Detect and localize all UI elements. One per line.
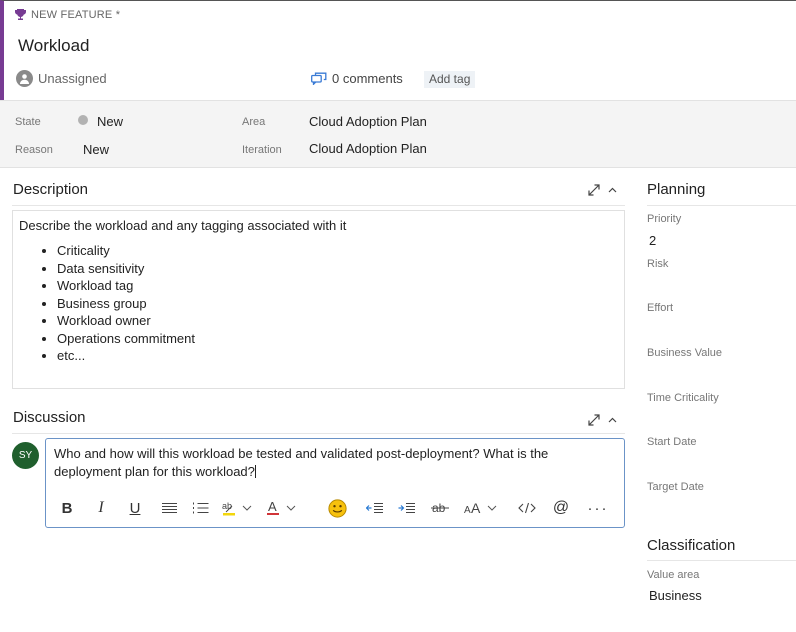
planning-title: Planning bbox=[647, 181, 706, 198]
text-caret bbox=[254, 465, 256, 478]
svg-text:A: A bbox=[268, 500, 277, 514]
state-label: State bbox=[15, 116, 41, 128]
collapse-icon[interactable] bbox=[608, 187, 617, 193]
add-tag-button[interactable]: Add tag bbox=[424, 71, 476, 88]
reason-label: Reason bbox=[15, 144, 53, 156]
maximize-icon[interactable] bbox=[588, 414, 600, 426]
list-item: Data sensitivity bbox=[57, 260, 618, 278]
work-item-title[interactable]: Workload bbox=[18, 36, 90, 56]
unassigned-avatar-icon bbox=[16, 70, 33, 87]
state-value[interactable]: New bbox=[97, 114, 123, 129]
classification-divider bbox=[647, 560, 796, 561]
align-icon[interactable] bbox=[160, 497, 178, 519]
list-item: Business group bbox=[57, 295, 618, 313]
list-item: Workload tag bbox=[57, 277, 618, 295]
comment-editor[interactable]: Who and how will this workload be tested… bbox=[45, 438, 625, 528]
underline-icon[interactable]: U bbox=[126, 497, 144, 519]
indent-icon[interactable] bbox=[396, 497, 416, 519]
description-list: Criticality Data sensitivity Workload ta… bbox=[57, 242, 618, 365]
state-indicator-icon bbox=[78, 115, 88, 125]
risk-label: Risk bbox=[647, 258, 669, 270]
collapse-icon[interactable] bbox=[608, 417, 617, 423]
comment-text: Who and how will this workload be tested… bbox=[54, 446, 549, 479]
time-criticality-label: Time Criticality bbox=[647, 392, 719, 404]
description-title: Description bbox=[13, 181, 89, 198]
outdent-icon[interactable] bbox=[364, 497, 384, 519]
description-divider bbox=[12, 205, 625, 206]
comments-count: 0 comments bbox=[332, 71, 403, 86]
work-item-type: NEW FEATURE * bbox=[15, 9, 120, 21]
italic-icon[interactable]: I bbox=[92, 497, 110, 519]
priority-label: Priority bbox=[647, 213, 682, 225]
svg-text:A: A bbox=[471, 500, 481, 516]
code-icon[interactable] bbox=[516, 497, 538, 519]
comments-icon bbox=[311, 72, 327, 85]
comments-link[interactable]: 0 comments bbox=[311, 71, 403, 86]
start-date-label: Start Date bbox=[647, 436, 697, 448]
area-value[interactable]: Cloud Adoption Plan bbox=[309, 114, 427, 129]
trophy-icon bbox=[15, 9, 26, 20]
discussion-controls bbox=[588, 414, 617, 426]
list-item: Workload owner bbox=[57, 312, 618, 330]
description-controls bbox=[588, 184, 617, 196]
iteration-label: Iteration bbox=[242, 144, 282, 156]
numbered-list-icon[interactable] bbox=[192, 497, 210, 519]
effort-label: Effort bbox=[647, 302, 674, 314]
list-item: Operations commitment bbox=[57, 330, 618, 348]
font-color-icon[interactable]: A bbox=[266, 497, 300, 519]
classification-title: Classification bbox=[647, 537, 736, 554]
more-icon[interactable]: ··· bbox=[586, 497, 610, 519]
svg-text:ab: ab bbox=[222, 501, 232, 511]
reason-value[interactable]: New bbox=[83, 142, 109, 157]
assigned-to-label: Unassigned bbox=[38, 71, 107, 86]
maximize-icon[interactable] bbox=[588, 184, 600, 196]
mention-icon[interactable]: @ bbox=[550, 497, 572, 519]
list-item: etc... bbox=[57, 347, 618, 365]
core-fields-band bbox=[0, 100, 796, 168]
discussion-title: Discussion bbox=[13, 409, 86, 426]
description-editor[interactable]: Describe the workload and any tagging as… bbox=[12, 210, 625, 389]
work-item-header: NEW FEATURE * Workload Unassigned 0 comm… bbox=[0, 0, 796, 100]
highlight-icon[interactable]: ab bbox=[222, 497, 256, 519]
value-area-value[interactable]: Business bbox=[649, 588, 702, 603]
right-panel: Planning Priority 2 Risk Effort Business… bbox=[640, 168, 796, 632]
priority-value[interactable]: 2 bbox=[649, 233, 656, 248]
business-value-label: Business Value bbox=[647, 347, 723, 359]
iteration-value[interactable]: Cloud Adoption Plan bbox=[309, 141, 427, 156]
formatting-toolbar: B I U ab A ab AA @ ··· bbox=[56, 497, 616, 519]
user-avatar: SY bbox=[12, 442, 39, 469]
discussion-divider bbox=[12, 433, 625, 434]
value-area-label: Value area bbox=[647, 569, 700, 581]
emoji-icon[interactable] bbox=[326, 497, 348, 519]
area-label: Area bbox=[242, 116, 266, 128]
svg-text:A: A bbox=[464, 505, 471, 516]
strikethrough-icon[interactable]: ab bbox=[430, 497, 450, 519]
target-date-label: Target Date bbox=[647, 481, 704, 493]
comment-input[interactable]: Who and how will this workload be tested… bbox=[54, 445, 599, 481]
planning-divider bbox=[647, 205, 796, 206]
bold-icon[interactable]: B bbox=[58, 497, 76, 519]
font-size-icon[interactable]: AA bbox=[464, 497, 500, 519]
work-item-type-label: NEW FEATURE * bbox=[31, 9, 121, 21]
assigned-to-control[interactable]: Unassigned bbox=[16, 70, 107, 87]
description-intro: Describe the workload and any tagging as… bbox=[19, 218, 347, 233]
list-item: Criticality bbox=[57, 242, 618, 260]
